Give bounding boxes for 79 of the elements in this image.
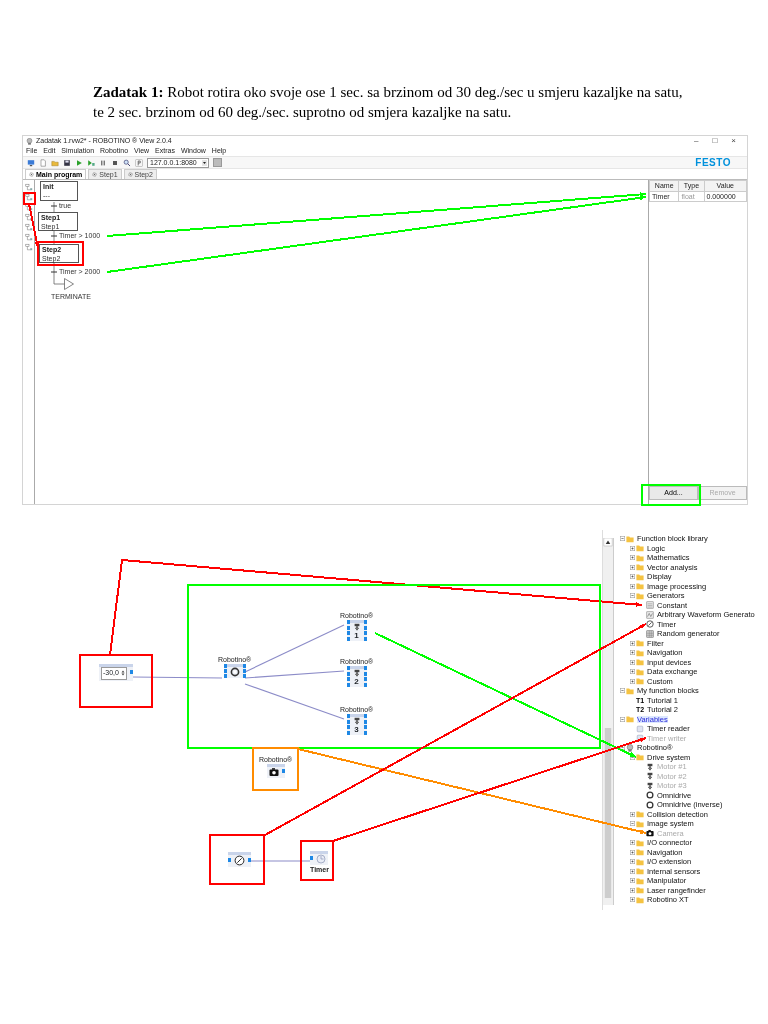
- expander-icon[interactable]: [620, 745, 625, 751]
- expander-icon[interactable]: [630, 840, 635, 846]
- waveform-icon: [646, 610, 654, 619]
- motor-block[interactable]: 3: [346, 714, 367, 735]
- robot-icon: [26, 137, 33, 145]
- motor-number: 3: [354, 726, 359, 734]
- wire: [250, 860, 312, 862]
- expander-icon[interactable]: [630, 564, 635, 570]
- step-play-icon[interactable]: [87, 158, 95, 167]
- expander-icon[interactable]: [630, 678, 635, 684]
- magnifier-icon[interactable]: [123, 158, 131, 167]
- chart-tool-icon[interactable]: [24, 193, 33, 201]
- motor-block[interactable]: 1: [346, 620, 367, 641]
- expander-icon[interactable]: [620, 688, 625, 694]
- gauge-icon: [234, 855, 245, 866]
- gauge-icon: [646, 620, 654, 629]
- expander-icon[interactable]: [630, 593, 635, 599]
- variable-block[interactable]: [310, 851, 329, 865]
- scrollbar[interactable]: [603, 538, 614, 905]
- gear-icon: [127, 172, 133, 177]
- expander-icon[interactable]: [630, 583, 635, 589]
- expander-icon[interactable]: [630, 640, 635, 646]
- camera-icon: [646, 829, 654, 838]
- expander-icon[interactable]: [630, 555, 635, 561]
- expander-icon[interactable]: [630, 650, 635, 656]
- folder-icon: [626, 715, 634, 724]
- grid-icon: [646, 629, 654, 638]
- clock-icon: [316, 854, 327, 864]
- motor-block[interactable]: 2: [346, 666, 367, 687]
- chart-tool-icon[interactable]: [24, 203, 33, 211]
- expander-icon[interactable]: [630, 859, 635, 865]
- chart-tool-icon[interactable]: [24, 243, 33, 251]
- expander-icon[interactable]: [630, 897, 635, 903]
- motor-number: 1: [354, 632, 359, 640]
- caret-icon: [202, 159, 207, 166]
- window-control[interactable]: –: [694, 136, 699, 146]
- omnidrive-block[interactable]: [223, 664, 246, 678]
- motor-icon: [352, 717, 361, 725]
- expander-icon[interactable]: [630, 669, 635, 675]
- open-folder-icon[interactable]: [51, 158, 59, 167]
- chart-tool-icon[interactable]: [24, 213, 33, 221]
- task-text: Zadatak 1: Robot rotira oko svoje ose 1 sec. sa brzinom od 30 deg./sec u smjeru kazaljke na satu, te 2 sec. brzinom od 60 deg./sec. suprotno od smjera kazaljke na satu.: [93, 83, 684, 122]
- robot-icon: [626, 743, 634, 752]
- expander-icon[interactable]: [630, 878, 635, 884]
- expander-icon[interactable]: [630, 574, 635, 580]
- pause-icon[interactable]: [99, 158, 107, 167]
- expander-icon[interactable]: [630, 659, 635, 665]
- monitor-icon[interactable]: [27, 158, 35, 167]
- timer-block[interactable]: [228, 852, 251, 867]
- folder-icon: [636, 753, 644, 762]
- chart-tool-icon[interactable]: [24, 183, 33, 191]
- expander-icon[interactable]: [620, 536, 625, 542]
- camera-block[interactable]: [266, 764, 285, 778]
- expander-icon[interactable]: [630, 821, 635, 827]
- expander-icon[interactable]: [630, 545, 635, 551]
- logo: FESTO: [695, 157, 732, 168]
- gear-icon: [29, 172, 34, 177]
- motor-number: 2: [354, 678, 359, 686]
- expander-icon[interactable]: [630, 811, 635, 817]
- expander-icon[interactable]: [630, 887, 635, 893]
- expander-icon[interactable]: [630, 849, 635, 855]
- constant-icon: [646, 601, 654, 610]
- expander-icon[interactable]: [620, 716, 625, 722]
- motor-icon: [352, 623, 361, 631]
- save-icon[interactable]: [63, 158, 71, 167]
- expander-icon[interactable]: [630, 868, 635, 874]
- chart-tool-icon[interactable]: [24, 223, 33, 231]
- window-control[interactable]: □: [712, 136, 718, 146]
- motor-icon: [352, 669, 361, 677]
- play-icon[interactable]: [75, 158, 83, 167]
- camera-icon: [268, 767, 279, 777]
- terminate-symbol: [64, 278, 74, 290]
- window-control[interactable]: ×: [731, 136, 736, 146]
- new-file-icon[interactable]: [39, 158, 47, 167]
- chart-tool-icon[interactable]: [24, 233, 33, 241]
- gear-icon: [92, 172, 98, 177]
- spinner-icon[interactable]: [120, 670, 125, 677]
- wheel-icon: [229, 667, 240, 677]
- pin-icon[interactable]: [135, 158, 143, 167]
